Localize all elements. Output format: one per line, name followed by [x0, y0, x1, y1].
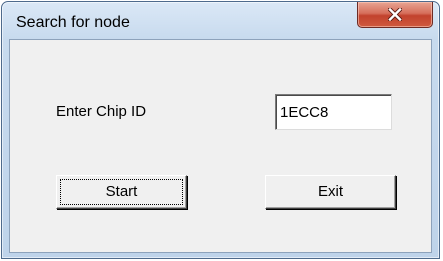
- close-button[interactable]: [357, 2, 433, 28]
- chip-id-label: Enter Chip ID: [56, 103, 147, 120]
- window-title: Search for node: [16, 14, 130, 31]
- start-button[interactable]: Start: [56, 175, 187, 209]
- close-x-icon: [388, 7, 402, 21]
- exit-button[interactable]: Exit: [265, 175, 396, 209]
- chip-id-input[interactable]: [275, 94, 392, 130]
- screen: Search for node Enter Chip ID Start Exit: [0, 0, 443, 261]
- dialog-body: Enter Chip ID Start Exit: [9, 39, 432, 253]
- title-bar[interactable]: Search for node: [2, 2, 439, 40]
- dialog-window: Search for node Enter Chip ID Start Exit: [1, 1, 440, 259]
